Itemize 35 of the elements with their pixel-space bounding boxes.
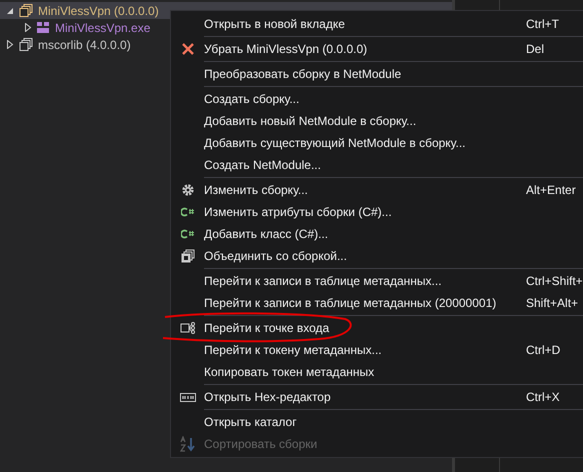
- menu-item[interactable]: Открыть Hex-редактор Ctrl+X: [171, 386, 583, 408]
- menu-item[interactable]: Преобразовать сборку в NetModule: [171, 63, 583, 85]
- tree-item-label[interactable]: MiniVlessVpn.exe: [55, 18, 150, 36]
- menu-item[interactable]: Перейти к точке входа: [171, 317, 583, 339]
- tree-item-label[interactable]: mscorlib (4.0.0.0): [38, 36, 131, 54]
- menu-item[interactable]: Убрать MiniVlessVpn (0.0.0.0) Del: [171, 38, 583, 60]
- menu-item: Сортировать сборки: [171, 433, 583, 455]
- menu-item[interactable]: Изменить сборку... Alt+Enter: [171, 179, 583, 201]
- stacked-squares-icon: [19, 38, 33, 51]
- menu-item[interactable]: Создать NetModule...: [171, 154, 583, 176]
- collapsed-arrow-icon: [6, 40, 14, 49]
- close-icon: [180, 42, 194, 56]
- settings-icon: [180, 183, 194, 197]
- menu-item[interactable]: Открыть каталог: [171, 411, 583, 433]
- csharp-icon: [180, 229, 194, 239]
- menu-item[interactable]: Перейти к записи в таблице метаданных... Ctrl+Shift+: [171, 270, 583, 292]
- module-icon: [37, 22, 50, 33]
- menu-item[interactable]: Объединить со сборкой...: [171, 245, 583, 267]
- collapsed-arrow-icon: [24, 23, 32, 32]
- menu-item[interactable]: Добавить новый NetModule в сборку...: [171, 110, 583, 132]
- hierarchy-icon: [180, 321, 196, 335]
- menu-item[interactable]: Перейти к токену метаданных... Ctrl+D: [171, 339, 583, 361]
- menu-item[interactable]: Добавить существующий NetModule в сборку...: [171, 132, 583, 154]
- menu-item[interactable]: Копировать токен метаданных: [171, 361, 583, 383]
- menu-item[interactable]: Добавить класс (C#)...: [171, 223, 583, 245]
- stacked-squares-icon: [180, 249, 194, 263]
- menu-item[interactable]: Перейти к записи в таблице метаданных (20000001) Shift+Alt+: [171, 292, 583, 314]
- sort-icon: [180, 436, 196, 452]
- menu-item[interactable]: Изменить атрибуты сборки (C#)...: [171, 201, 583, 223]
- hex-icon: [180, 392, 196, 402]
- stacked-squares-icon: [19, 4, 33, 17]
- expanded-arrow-icon: [6, 6, 14, 14]
- menu-item[interactable]: Открыть в новой вкладке Ctrl+T: [171, 13, 583, 35]
- csharp-icon: [180, 207, 194, 217]
- menu-item[interactable]: Создать сборку...: [171, 88, 583, 110]
